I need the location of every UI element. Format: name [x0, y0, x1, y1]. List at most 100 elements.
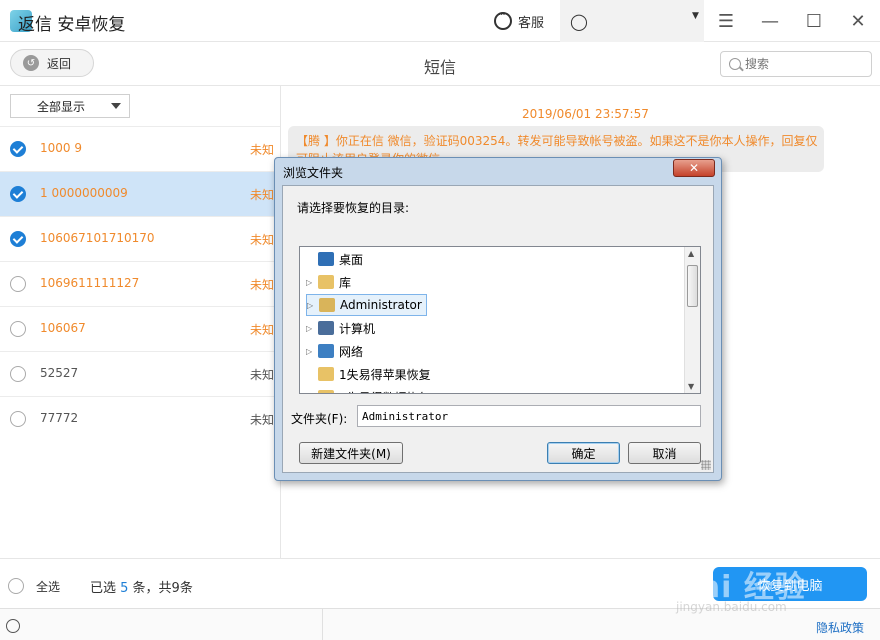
list-item[interactable]: 1000 9 未知: [0, 126, 280, 171]
row-status: 未知: [250, 278, 275, 292]
tree-item[interactable]: ▷ 网络: [306, 340, 363, 362]
filter-selected-value: 全部显示: [37, 99, 86, 114]
row-checkbox[interactable]: [10, 141, 26, 157]
contact-list: 1000 9 未知 1 0000000009 未知 106067101710170 未知 1…: [0, 126, 280, 441]
folder-tree[interactable]: 桌面▷库▷Administrator▷计算机▷网络1失易得苹果恢复1失易得数据恢…: [299, 246, 701, 394]
user-folder-icon: [319, 298, 335, 312]
message-list-panel: 全部显示 1000 9 未知 1 0000000009 未知 1060671017101…: [0, 86, 281, 558]
chat-bubble-icon: [494, 10, 512, 30]
customer-service-button[interactable]: 客服: [494, 10, 544, 32]
search-input[interactable]: [745, 57, 865, 71]
footer-divider: [322, 609, 323, 640]
list-item[interactable]: 52527 未知: [0, 351, 280, 396]
toolbar: ↺ 返回 短信: [0, 42, 880, 86]
tree-item-label: 1失易得数据恢复: [339, 389, 431, 394]
dialog-prompt: 请选择要恢复的目录:: [297, 201, 410, 215]
customer-service-label: 客服: [518, 15, 545, 31]
chevron-down-icon: [111, 103, 121, 109]
row-status: 未知: [250, 188, 275, 202]
folder-name-input[interactable]: [357, 405, 701, 427]
row-checkbox[interactable]: [10, 321, 26, 337]
select-all-checkbox[interactable]: [8, 578, 24, 594]
folder-icon: [318, 390, 334, 393]
row-checkbox[interactable]: [10, 186, 26, 202]
filter-dropdown[interactable]: 全部显示: [10, 94, 130, 118]
library-icon: [318, 275, 334, 289]
row-status: 未知: [250, 233, 275, 247]
folder-icon: [318, 367, 334, 381]
tree-item-label: Administrator: [340, 298, 422, 312]
expand-arrow-icon[interactable]: ▷: [306, 347, 316, 356]
expand-arrow-icon[interactable]: ▷: [307, 301, 317, 310]
dialog-close-button[interactable]: ✕: [673, 159, 715, 177]
tree-item-label: 网络: [339, 344, 364, 359]
resize-grip-icon[interactable]: [701, 460, 711, 470]
sender-number: 52527: [40, 366, 79, 380]
list-item[interactable]: 106067 未知: [0, 306, 280, 351]
list-item[interactable]: 77772 未知: [0, 396, 280, 441]
tree-item[interactable]: 桌面: [306, 248, 363, 270]
user-account-button[interactable]: ◯ ▼: [560, 0, 704, 42]
sender-number: 106067101710170: [40, 231, 155, 245]
desktop-icon: [318, 252, 334, 266]
list-item[interactable]: 1069611111127 未知: [0, 261, 280, 306]
title-bar: 返信 安卓恢复 客服 ◯ ▼ ☰ — ☐ ✕: [0, 0, 880, 42]
sender-number: 1 0000000009: [40, 186, 128, 200]
folder-field-label: 文件夹(F):: [291, 412, 348, 426]
tree-item[interactable]: ▷ 计算机: [306, 317, 375, 339]
tree-item-label: 1失易得苹果恢复: [339, 367, 431, 382]
expand-arrow-icon[interactable]: ▷: [306, 324, 316, 333]
row-checkbox[interactable]: [10, 276, 26, 292]
person-icon: ◯: [570, 12, 588, 31]
tree-item[interactable]: 1失易得苹果恢复: [306, 363, 431, 385]
row-status: 未知: [250, 413, 275, 427]
row-checkbox[interactable]: [10, 231, 26, 247]
privacy-policy-link[interactable]: 隐私政策: [816, 619, 864, 636]
tree-item[interactable]: ▷ 库: [306, 271, 351, 293]
dialog-title: 浏览文件夹: [283, 166, 344, 180]
sender-number: 1069611111127: [40, 276, 140, 290]
refresh-icon[interactable]: [6, 619, 20, 633]
sender-number: 1000 9: [40, 141, 82, 155]
network-icon: [318, 344, 334, 358]
dialog-body: 请选择要恢复的目录: 桌面 ▷ 库 ▷ Administrator ▷ 计算机 ▷ 网络 1失易得…: [282, 185, 714, 473]
count-suffix: 条，共9条: [128, 581, 193, 596]
menu-icon[interactable]: ☰: [714, 9, 738, 33]
row-status: 未知: [250, 368, 275, 382]
browse-folder-dialog: 浏览文件夹 ✕ 请选择要恢复的目录: 桌面 ▷ 库 ▷ Administrator ▷ 计算…: [274, 157, 722, 481]
scroll-up-icon[interactable]: ▲: [688, 249, 694, 258]
new-folder-button[interactable]: 新建文件夹(M): [299, 442, 403, 464]
chevron-down-icon: ▼: [692, 11, 699, 21]
close-button[interactable]: ✕: [846, 9, 870, 33]
cancel-button[interactable]: 取消: [628, 442, 701, 464]
row-checkbox[interactable]: [10, 366, 26, 382]
bottom-bar: 全选 已选 5 条，共9条 恢复到电脑: [0, 558, 880, 608]
tree-item-label: 桌面: [339, 252, 364, 267]
row-status: 未知: [250, 143, 275, 157]
tree-item-label: 计算机: [339, 321, 376, 336]
tree-item-label: 库: [339, 275, 352, 290]
ok-button[interactable]: 确定: [547, 442, 620, 464]
expand-arrow-icon[interactable]: ▷: [306, 278, 316, 287]
select-all-label: 全选: [36, 580, 61, 594]
scroll-thumb[interactable]: [687, 265, 698, 307]
row-checkbox[interactable]: [10, 411, 26, 427]
message-timestamp: 2019/06/01 23:57:57: [522, 107, 649, 121]
app-title: 返信 安卓恢复: [18, 15, 126, 35]
tree-item[interactable]: 1失易得数据恢复: [306, 386, 431, 394]
tree-scrollbar[interactable]: ▲ ▼: [684, 247, 700, 393]
search-box[interactable]: [720, 51, 872, 77]
list-item[interactable]: 1 0000000009 未知: [0, 171, 280, 216]
row-status: 未知: [250, 323, 275, 337]
footer: 隐私政策: [0, 608, 880, 640]
selection-count: 已选 5 条，共9条: [90, 577, 193, 596]
scroll-down-icon[interactable]: ▼: [688, 382, 694, 391]
list-item[interactable]: 106067101710170 未知: [0, 216, 280, 261]
maximize-button[interactable]: ☐: [802, 9, 826, 33]
tree-item[interactable]: ▷ Administrator: [306, 294, 427, 316]
minimize-button[interactable]: —: [758, 9, 782, 33]
sender-number: 106067: [40, 321, 86, 335]
recover-to-pc-button[interactable]: 恢复到电脑: [713, 567, 867, 601]
computer-icon: [318, 321, 334, 335]
search-icon: [729, 58, 741, 70]
